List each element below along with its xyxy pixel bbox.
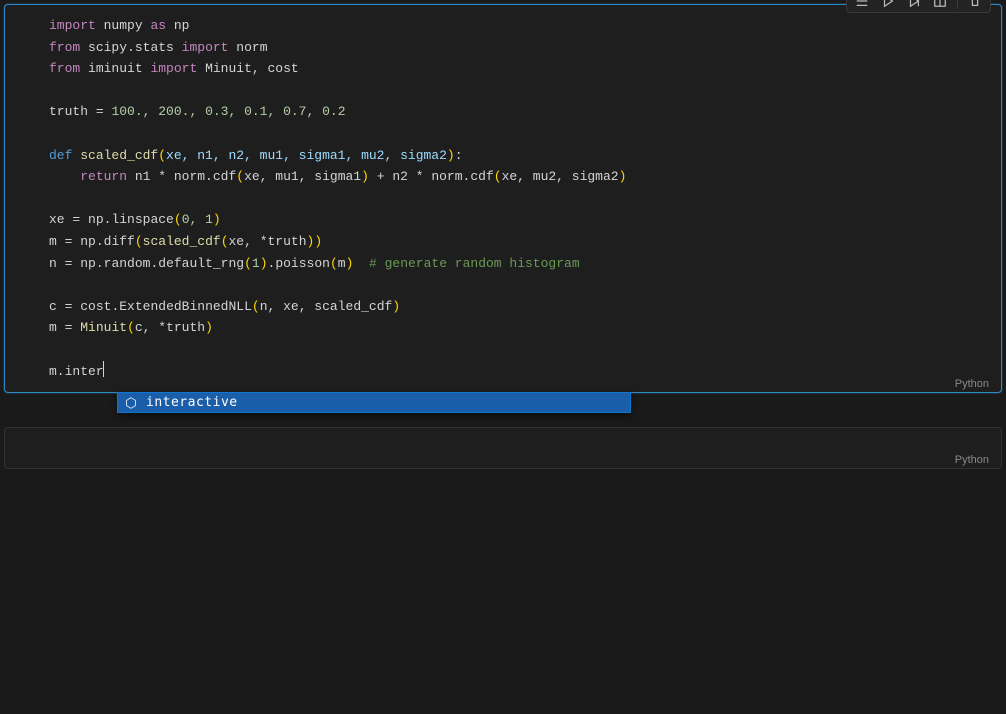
autocomplete-label: interactive bbox=[146, 395, 238, 410]
autocomplete-popup[interactable]: interactive bbox=[117, 392, 631, 413]
code-editor[interactable]: import numpy as np from scipy.stats impo… bbox=[5, 5, 1001, 392]
delete-cell-icon[interactable] bbox=[964, 0, 986, 10]
code-cell-1[interactable]: import numpy as np from scipy.stats impo… bbox=[4, 4, 1002, 393]
run-by-line-icon[interactable] bbox=[851, 0, 873, 10]
symbol-method-icon bbox=[124, 396, 138, 410]
autocomplete-item-interactive[interactable]: interactive bbox=[118, 393, 630, 412]
toolbar-separator bbox=[957, 0, 958, 9]
execute-below-icon[interactable] bbox=[903, 0, 925, 10]
code-cell-2[interactable]: Python bbox=[4, 427, 1002, 469]
language-indicator[interactable]: Python bbox=[949, 452, 995, 468]
run-cell-icon[interactable] bbox=[877, 0, 899, 10]
split-cell-icon[interactable] bbox=[929, 0, 951, 10]
text-cursor bbox=[103, 361, 104, 377]
language-indicator[interactable]: Python bbox=[949, 376, 995, 392]
code-editor-empty[interactable] bbox=[5, 428, 1001, 468]
cell-toolbar bbox=[846, 0, 991, 13]
keyword-import: import bbox=[49, 18, 96, 33]
